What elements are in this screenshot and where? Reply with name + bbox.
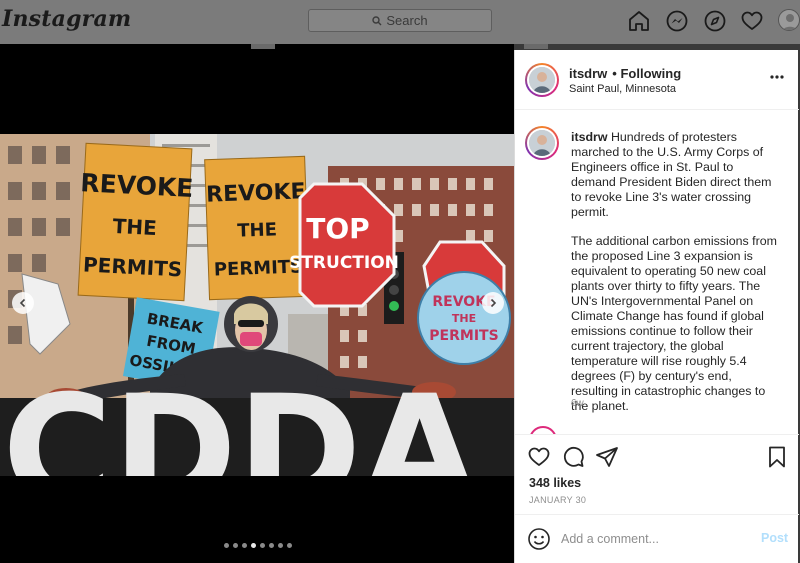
post-date: JANUARY 30 <box>529 495 587 505</box>
heart-icon[interactable] <box>740 9 764 33</box>
chevron-left-icon <box>19 298 26 308</box>
avatar-silhouette-icon <box>782 14 798 30</box>
search-placeholder: Search <box>386 13 428 28</box>
author-avatar[interactable] <box>525 63 559 97</box>
share-paper-plane-icon[interactable] <box>595 445 619 469</box>
post-details-panel: itsdrw • Following Saint Paul, Minnesota … <box>514 50 799 563</box>
caption-scroll-area[interactable]: itsdrw Hundreds of protesters marched to… <box>515 110 799 434</box>
caption-username[interactable]: itsdrw <box>571 130 608 144</box>
backdrop-tab <box>524 44 548 49</box>
emoji-icon[interactable] <box>527 527 551 551</box>
likes-count[interactable]: 348 likes <box>529 476 581 490</box>
messenger-icon[interactable] <box>665 9 689 33</box>
comment-input[interactable] <box>561 529 741 549</box>
home-icon[interactable] <box>627 9 651 33</box>
save-bookmark-icon[interactable] <box>765 445 789 469</box>
search-icon <box>372 15 382 25</box>
comment-bubble-icon[interactable] <box>561 445 585 469</box>
sign1-line1: REVOKE <box>80 168 194 203</box>
author-username[interactable]: itsdrw <box>569 66 607 81</box>
post-comment-button[interactable]: Post <box>761 531 788 545</box>
like-heart-icon[interactable] <box>527 445 551 469</box>
next-comment-avatar[interactable] <box>529 426 557 434</box>
stop-sign-line2: STRUCTION <box>289 253 399 273</box>
carousel-next-button[interactable] <box>482 292 504 314</box>
carousel-dot <box>242 543 247 548</box>
header-user-line: itsdrw • Following <box>569 66 681 81</box>
separator-dot: • <box>612 66 617 81</box>
following-button[interactable]: Following <box>620 66 681 81</box>
post-actions: 348 likes JANUARY 30 <box>515 434 799 514</box>
carousel-dot <box>224 543 229 548</box>
top-nav: Instagram Search <box>0 0 800 44</box>
stop-sign-line1: TOP <box>306 212 369 245</box>
more-options-icon[interactable] <box>770 66 784 84</box>
carousel-dot <box>278 543 283 548</box>
carousel-indicator <box>224 543 292 548</box>
post-header: itsdrw • Following Saint Paul, Minnesota <box>515 50 799 110</box>
explore-icon[interactable] <box>703 9 727 33</box>
post-photo[interactable]: REVOKE THE PERMITS REVOKE THE PERMITS TO… <box>0 134 514 476</box>
post-location[interactable]: Saint Paul, Minnesota <box>569 83 676 95</box>
backdrop-tab <box>251 44 275 49</box>
carousel-dot <box>251 543 256 548</box>
avatar-portrait-icon <box>529 67 555 93</box>
instagram-logo[interactable]: Instagram <box>2 6 131 32</box>
protest-photo-illustration: REVOKE THE PERMITS REVOKE THE PERMITS TO… <box>0 134 514 476</box>
carousel-dot <box>260 543 265 548</box>
post-caption: itsdrw Hundreds of protesters marched to… <box>571 130 779 414</box>
search-box[interactable]: Search <box>308 9 492 32</box>
avatar-portrait-icon <box>529 130 555 156</box>
sign2-line1: REVOKE <box>206 179 306 207</box>
sign1-line2: THE <box>112 214 157 240</box>
carousel-dot <box>287 543 292 548</box>
sign2-line2: THE <box>237 219 277 241</box>
banner-text: CDDA <box>2 364 477 476</box>
chevron-right-icon <box>490 298 497 308</box>
caption-timestamp: 6w <box>571 398 584 409</box>
comment-bar: Post <box>515 514 799 563</box>
profile-avatar[interactable] <box>778 9 800 31</box>
caption-paragraph-2: The additional carbon emissions from the… <box>571 234 777 413</box>
carousel-dot <box>269 543 274 548</box>
carousel-dot <box>233 543 238 548</box>
round-sign-line2: THE <box>452 312 476 325</box>
carousel-prev-button[interactable] <box>12 292 34 314</box>
caption-author-avatar[interactable] <box>525 126 559 160</box>
round-sign-line3: PERMITS <box>429 328 498 344</box>
